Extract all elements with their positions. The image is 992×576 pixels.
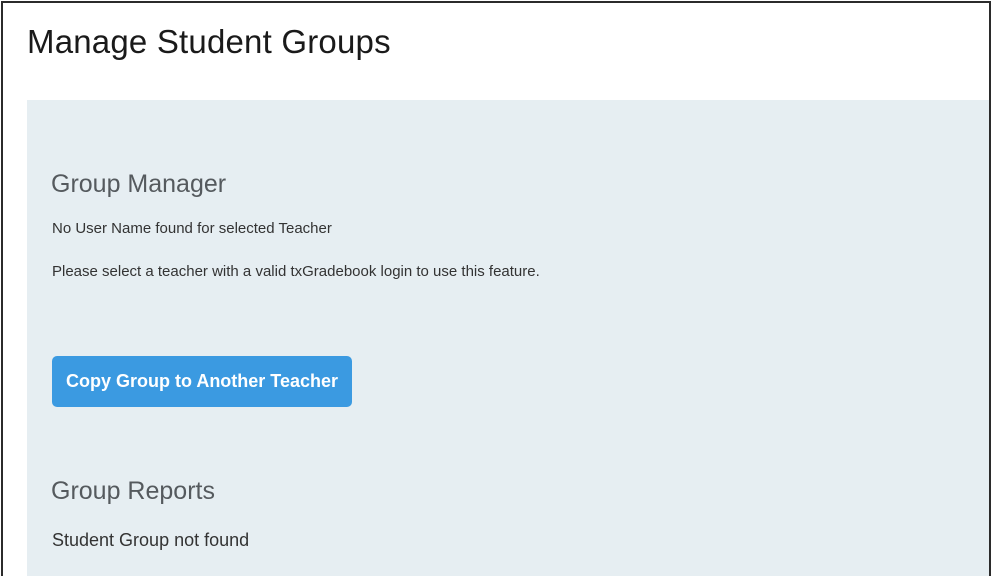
no-user-message: No User Name found for selected Teacher [52,220,332,237]
group-manager-heading: Group Manager [51,170,227,198]
group-not-found-message: Student Group not found [52,530,250,550]
group-reports-heading: Group Reports [51,477,215,505]
content-panel: Group Manager No User Name found for sel… [27,100,989,576]
copy-group-button[interactable]: Copy Group to Another Teacher [52,356,353,407]
page-title: Manage Student Groups [27,23,391,60]
page-frame: Manage Student Groups Group Manager No U… [1,1,991,576]
select-teacher-message: Please select a teacher with a valid txG… [52,263,540,280]
